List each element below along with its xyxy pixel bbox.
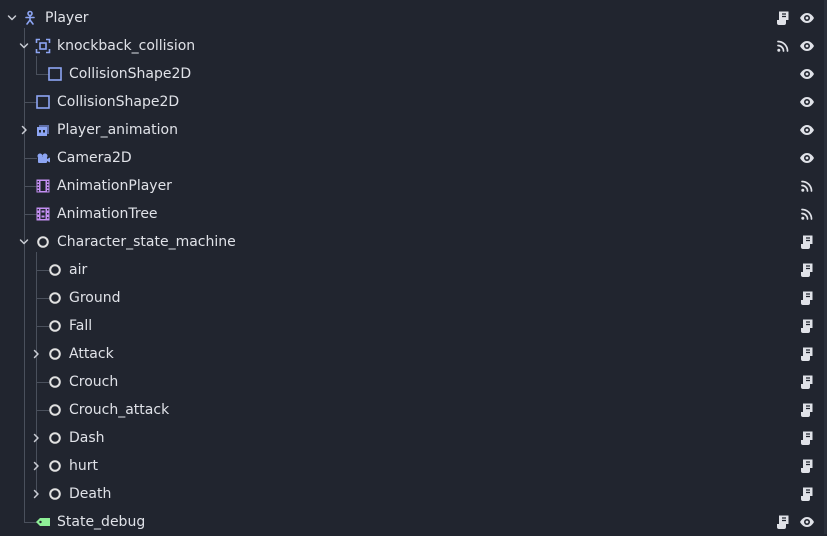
scene-node-hurt[interactable]: hurt	[0, 452, 820, 480]
label-tag-icon	[35, 514, 51, 530]
chevron-down-icon[interactable]	[18, 235, 30, 249]
node-circle-icon	[47, 346, 63, 362]
node-label: Crouch_attack	[69, 402, 170, 418]
node-label: CollisionShape2D	[69, 66, 192, 82]
scene-node-fall[interactable]: Fall	[0, 312, 820, 340]
script-icon[interactable]	[775, 514, 791, 530]
script-icon[interactable]	[799, 430, 815, 446]
chevron-right-icon[interactable]	[30, 347, 42, 361]
node-label: Character_state_machine	[57, 234, 236, 250]
animation-player-icon	[35, 178, 51, 194]
node-label: air	[69, 262, 88, 278]
node-label: Camera2D	[57, 150, 132, 166]
script-icon[interactable]	[799, 262, 815, 278]
node-circle-icon	[47, 486, 63, 502]
node-label: Player	[45, 10, 89, 26]
node-circle-icon	[47, 458, 63, 474]
node-circle-icon	[35, 234, 51, 250]
node-label: AnimationTree	[57, 206, 158, 222]
scene-node-crouch[interactable]: Crouch	[0, 368, 820, 396]
scene-node-animationplayer[interactable]: AnimationPlayer	[0, 172, 820, 200]
script-icon[interactable]	[799, 318, 815, 334]
visibility-eye-icon[interactable]	[799, 10, 815, 26]
scene-tree: Player knockback_collision CollisionShape2…	[0, 4, 827, 534]
scene-node-character-state-machine[interactable]: Character_state_machine	[0, 228, 820, 256]
script-icon[interactable]	[799, 234, 815, 250]
node-label: knockback_collision	[57, 38, 196, 54]
script-icon[interactable]	[799, 402, 815, 418]
scene-node-camera2d[interactable]: Camera2D	[0, 144, 820, 172]
node-circle-icon	[47, 402, 63, 418]
chevron-right-icon[interactable]	[30, 459, 42, 473]
node-label: Player_animation	[57, 122, 178, 138]
chevron-right-icon[interactable]	[30, 431, 42, 445]
collision-shape-icon	[47, 66, 63, 82]
node-label: CollisionShape2D	[57, 94, 180, 110]
scene-node-animationtree[interactable]: AnimationTree	[0, 200, 820, 228]
node-label: State_debug	[57, 514, 146, 530]
scene-node-player-animation[interactable]: Player_animation	[0, 116, 820, 144]
scene-node-collisionshape2d[interactable]: CollisionShape2D	[0, 88, 820, 116]
script-icon[interactable]	[775, 10, 791, 26]
visibility-eye-icon[interactable]	[799, 94, 815, 110]
visibility-eye-icon[interactable]	[799, 150, 815, 166]
scene-node-crouch-attack[interactable]: Crouch_attack	[0, 396, 820, 424]
signal-icon[interactable]	[799, 178, 815, 194]
scene-node-knockback-collision[interactable]: knockback_collision	[0, 32, 820, 60]
scene-node-air[interactable]: air	[0, 256, 820, 284]
node-circle-icon	[47, 290, 63, 306]
script-icon[interactable]	[799, 486, 815, 502]
signal-icon[interactable]	[799, 206, 815, 222]
node-label: Fall	[69, 318, 93, 334]
node-label: AnimationPlayer	[57, 178, 172, 194]
node-label: hurt	[69, 458, 98, 474]
scene-node-dash[interactable]: Dash	[0, 424, 820, 452]
node-circle-icon	[47, 430, 63, 446]
node-circle-icon	[47, 374, 63, 390]
node-label: Dash	[69, 430, 105, 446]
area2d-icon	[35, 38, 51, 54]
chevron-down-icon[interactable]	[18, 39, 30, 53]
scene-node-death[interactable]: Death	[0, 480, 820, 508]
scene-node-collisionshape2d[interactable]: CollisionShape2D	[0, 60, 820, 88]
character-body-icon	[23, 10, 39, 26]
node-circle-icon	[47, 318, 63, 334]
chevron-down-icon[interactable]	[6, 11, 18, 25]
visibility-eye-icon[interactable]	[799, 66, 815, 82]
visibility-eye-icon[interactable]	[799, 514, 815, 530]
signal-icon[interactable]	[775, 38, 791, 54]
node-label: Ground	[69, 290, 121, 306]
script-icon[interactable]	[799, 374, 815, 390]
collision-shape-icon	[35, 94, 51, 110]
node-label: Death	[69, 486, 112, 502]
script-icon[interactable]	[799, 458, 815, 474]
scene-node-state-debug[interactable]: State_debug	[0, 508, 820, 536]
node-label: Crouch	[69, 374, 119, 390]
script-icon[interactable]	[799, 346, 815, 362]
chevron-right-icon[interactable]	[30, 487, 42, 501]
chevron-right-icon[interactable]	[18, 123, 30, 137]
visibility-eye-icon[interactable]	[799, 122, 815, 138]
scene-node-attack[interactable]: Attack	[0, 340, 820, 368]
node-circle-icon	[47, 262, 63, 278]
scene-node-ground[interactable]: Ground	[0, 284, 820, 312]
node-label: Attack	[69, 346, 114, 362]
animation-tree-icon	[35, 206, 51, 222]
camera-icon	[35, 150, 51, 166]
scene-node-player[interactable]: Player	[0, 4, 820, 32]
script-icon[interactable]	[799, 290, 815, 306]
animated-sprite-icon	[35, 122, 51, 138]
visibility-eye-icon[interactable]	[799, 38, 815, 54]
